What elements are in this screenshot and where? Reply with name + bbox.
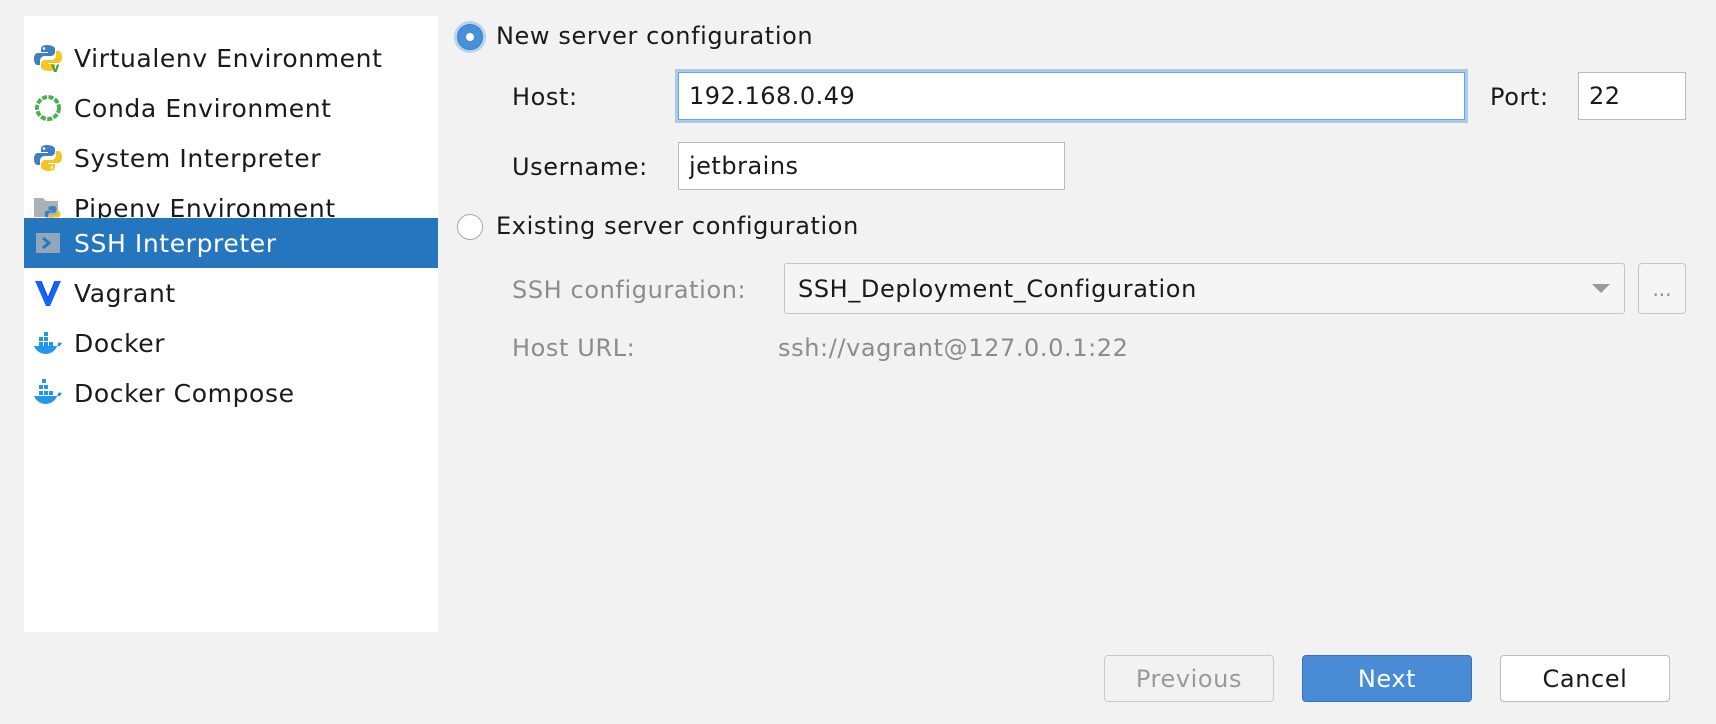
sidebar-item-docker[interactable]: Docker [24,318,438,368]
ssh-configuration-label: SSH configuration: [512,276,747,304]
sidebar-item-label: Docker [74,328,166,358]
next-button[interactable]: Next [1302,655,1472,702]
vagrant-icon [32,277,64,309]
port-label: Port: [1490,83,1549,111]
sidebar-item-system-interpreter[interactable]: System Interpreter [24,133,438,183]
host-input[interactable] [678,72,1465,120]
sidebar-item-label: Conda Environment [74,93,332,123]
interpreter-type-list: v Virtualenv Environment Conda Environme… [24,16,438,632]
existing-server-label[interactable]: Existing server configuration [496,212,859,240]
sidebar-item-label: System Interpreter [74,143,322,173]
sidebar-item-docker-compose[interactable]: Docker Compose [24,368,438,418]
new-server-label[interactable]: New server configuration [496,22,813,50]
sidebar-item-label: SSH Interpreter [74,228,277,258]
host-url-value: ssh://vagrant@127.0.0.1:22 [778,334,1129,362]
sidebar-item-conda[interactable]: Conda Environment [24,83,438,133]
python-virtualenv-icon: v [32,42,64,74]
docker-compose-icon [32,377,64,409]
docker-icon [32,327,64,359]
host-url-label: Host URL: [512,334,636,362]
sidebar-item-label: Vagrant [74,278,176,308]
conda-icon [32,92,64,124]
sidebar-item-label: Virtualenv Environment [74,43,383,73]
sidebar-item-virtualenv[interactable]: v Virtualenv Environment [24,33,438,83]
username-input[interactable] [678,142,1065,190]
svg-text:v: v [51,61,60,73]
chevron-down-icon [1592,284,1610,293]
ssh-configuration-value: SSH_Deployment_Configuration [798,274,1197,303]
python-icon [32,142,64,174]
host-label: Host: [512,83,578,111]
sidebar-item-ssh-interpreter[interactable]: SSH Interpreter [24,218,438,268]
sidebar-item-label: Docker Compose [74,378,295,408]
ssh-configuration-dropdown[interactable]: SSH_Deployment_Configuration [784,263,1625,314]
browse-ssh-configurations-button[interactable]: ... [1638,263,1686,314]
username-label: Username: [512,153,648,181]
ssh-terminal-icon [32,227,64,259]
existing-server-radio[interactable] [457,214,483,240]
sidebar-item-vagrant[interactable]: Vagrant [24,268,438,318]
port-input[interactable] [1578,72,1686,120]
new-server-radio[interactable] [457,24,483,50]
previous-button[interactable]: Previous [1104,655,1274,702]
cancel-button[interactable]: Cancel [1500,655,1670,702]
